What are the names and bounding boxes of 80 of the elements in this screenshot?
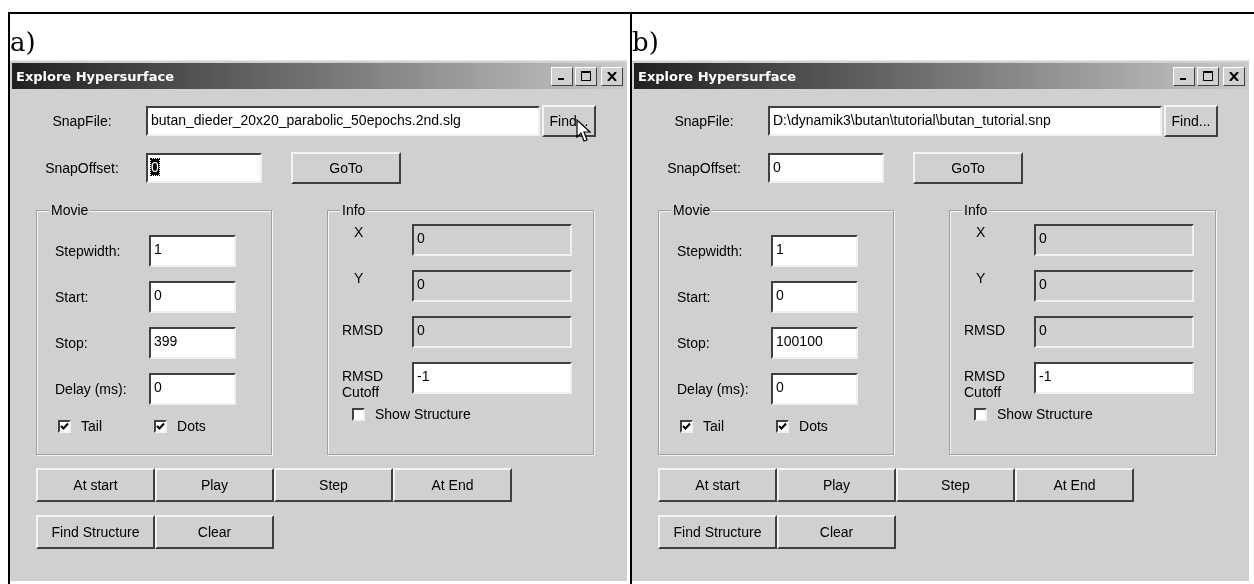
maximize-icon (581, 71, 591, 81)
action-button[interactable]: At End (1015, 468, 1134, 502)
close-icon (607, 71, 617, 81)
field-label: Start: (677, 289, 712, 305)
goto-button[interactable]: GoTo (913, 152, 1023, 184)
field-label: Stepwidth: (677, 243, 744, 259)
input-field[interactable]: 0 (146, 153, 262, 183)
field-label: Stepwidth: (55, 243, 122, 259)
maximize-button[interactable] (1197, 66, 1219, 86)
input-field[interactable]: -1 (1034, 362, 1194, 394)
action-button[interactable]: At start (36, 468, 155, 502)
checkbox[interactable] (58, 419, 71, 433)
input-field[interactable]: -1 (412, 362, 572, 394)
input-field[interactable]: 0 (771, 281, 858, 313)
action-button[interactable]: Find Structure (36, 515, 155, 549)
field-label: RMSD Cutoff (963, 368, 1007, 400)
field-label: RMSD (963, 322, 1007, 338)
input-field[interactable]: 1 (149, 235, 236, 267)
action-button[interactable]: At End (393, 468, 512, 502)
input-field[interactable]: 100100 (771, 327, 858, 359)
action-button[interactable]: Clear (777, 515, 896, 549)
minimize-button[interactable] (551, 66, 573, 86)
checkbox-label: Dots (177, 418, 206, 434)
group-title: Info (962, 202, 990, 218)
action-button[interactable]: Clear (155, 515, 274, 549)
field-label: Stop: (677, 335, 711, 351)
maximize-button[interactable] (575, 66, 597, 86)
field-label: X (975, 224, 987, 240)
field-label: Y (975, 270, 987, 286)
input-field[interactable]: 399 (149, 327, 236, 359)
close-icon (1229, 71, 1239, 81)
close-button[interactable] (601, 66, 623, 86)
group-title: Movie (671, 202, 713, 218)
field-label: RMSD Cutoff (341, 368, 385, 400)
minimize-button[interactable] (1173, 66, 1195, 86)
action-button[interactable]: Find Structure (658, 515, 777, 549)
checkbox[interactable] (352, 407, 365, 421)
input-field[interactable]: 1 (771, 235, 858, 267)
find-button[interactable]: Find... (542, 105, 596, 137)
checkbox-label: Show Structure (375, 406, 471, 422)
input-field[interactable]: 0 (149, 373, 236, 405)
field-label: SnapOffset: (44, 160, 120, 176)
field-label: SnapFile: (673, 113, 735, 129)
checkbox-label: Tail (81, 418, 102, 434)
field-label: Stop: (55, 335, 89, 351)
field-label: SnapOffset: (666, 160, 742, 176)
panel-label: a) (10, 26, 37, 59)
input-field[interactable]: 0 (149, 281, 236, 313)
field-label: Delay (ms): (55, 381, 128, 397)
field-label: SnapFile: (51, 113, 113, 129)
panel-label: b) (632, 26, 660, 59)
window-title: Explore Hypersurface (638, 68, 796, 84)
action-button[interactable]: Step (896, 468, 1015, 502)
checkbox[interactable] (974, 407, 987, 421)
field-label: Start: (55, 289, 90, 305)
find-button[interactable]: Find... (1164, 105, 1218, 137)
goto-button[interactable]: GoTo (291, 152, 401, 184)
field-label: Delay (ms): (677, 381, 750, 397)
checkbox[interactable] (776, 419, 789, 433)
field-label: Y (353, 270, 365, 286)
input-field[interactable]: butan_dieder_20x20_parabolic_50epochs.2nd.slg (146, 106, 540, 136)
checkbox[interactable] (154, 419, 167, 433)
action-button[interactable]: At start (658, 468, 777, 502)
maximize-icon (1203, 71, 1213, 81)
input-field[interactable]: 0 (768, 153, 884, 183)
input-field[interactable]: 0 (771, 373, 858, 405)
checkbox-label: Show Structure (997, 406, 1093, 422)
checkbox-label: Dots (799, 418, 828, 434)
checkbox[interactable] (680, 419, 693, 433)
group-title: Info (340, 202, 368, 218)
action-button[interactable]: Play (777, 468, 896, 502)
window-title: Explore Hypersurface (16, 68, 174, 84)
field-label: RMSD (341, 322, 385, 338)
group-title: Movie (49, 202, 91, 218)
field-label: X (353, 224, 365, 240)
input-field[interactable]: D:\dynamik3\butan\tutorial\butan_tutorial.snp (768, 106, 1162, 136)
close-button[interactable] (1223, 66, 1245, 86)
action-button[interactable]: Step (274, 468, 393, 502)
checkbox-label: Tail (703, 418, 724, 434)
action-button[interactable]: Play (155, 468, 274, 502)
